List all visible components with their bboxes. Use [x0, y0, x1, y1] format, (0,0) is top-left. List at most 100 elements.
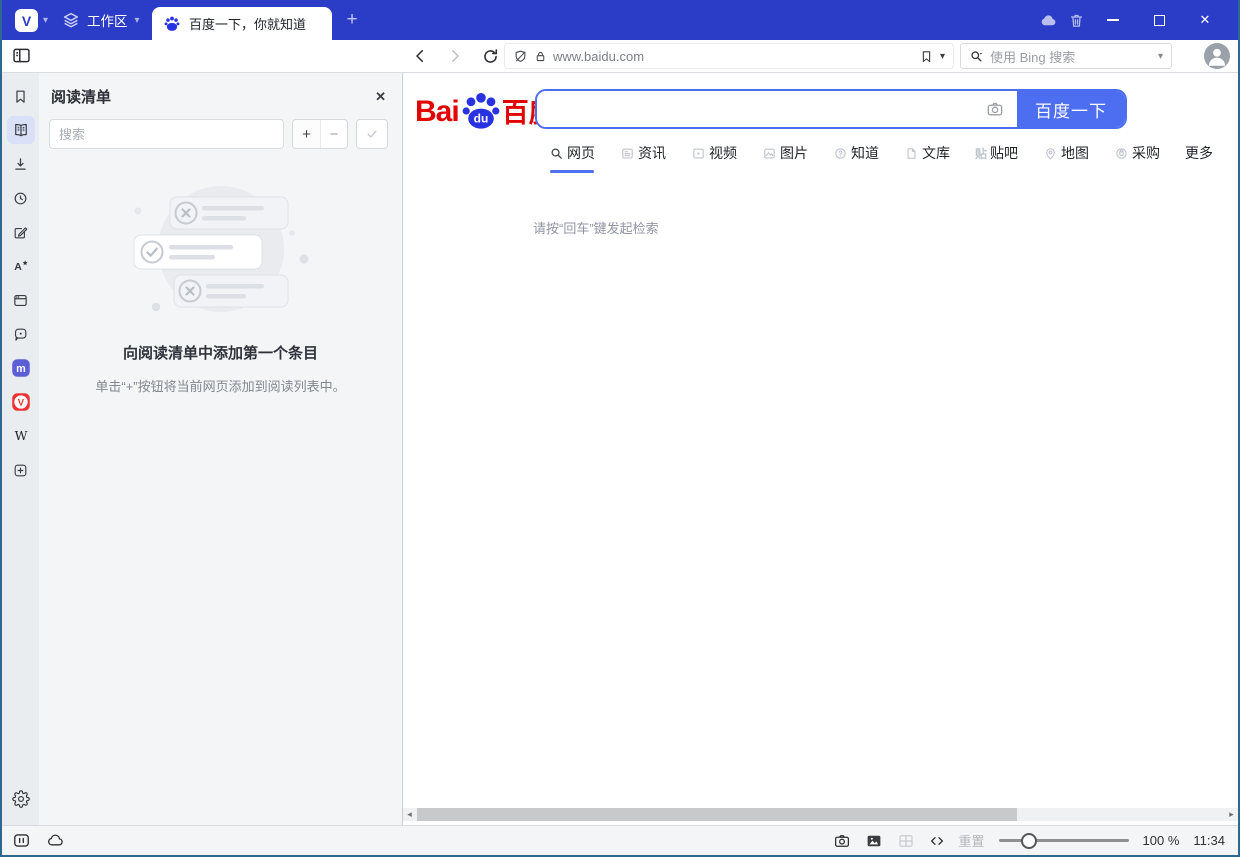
reload-button[interactable]	[478, 44, 502, 68]
svg-text:W: W	[14, 428, 27, 443]
workspace-label: 工作区	[87, 10, 128, 30]
zoom-level: 100 %	[1143, 833, 1180, 848]
tiling-toggle-icon[interactable]	[897, 832, 915, 850]
clock: 11:34	[1193, 833, 1225, 848]
svg-text:m: m	[16, 363, 26, 375]
scroll-right-arrow[interactable]: ▸	[1225, 808, 1238, 821]
rail-history[interactable]	[7, 184, 35, 212]
svg-text:V: V	[17, 398, 24, 409]
forward-button[interactable]	[443, 44, 467, 68]
add-remove-group: + −	[292, 119, 348, 149]
workspace-caret-icon: ▾	[135, 15, 140, 26]
svg-text:A: A	[14, 261, 22, 273]
search-dropdown-caret-icon[interactable]: ▾	[1158, 51, 1163, 62]
panel-toggle-icon[interactable]	[11, 45, 32, 66]
empty-list-description: 单击“+”按钮将当前网页添加到阅读列表中。	[75, 376, 365, 395]
zoom-slider[interactable]	[999, 833, 1129, 849]
capture-page-icon[interactable]	[833, 832, 851, 850]
search-placeholder[interactable]: 使用 Bing 搜索	[990, 47, 1152, 66]
rail-translate[interactable]: A	[7, 252, 35, 280]
horizontal-scrollbar[interactable]: ◂ ▸	[403, 808, 1238, 821]
trash-icon[interactable]	[1062, 12, 1090, 29]
rail-add-webpanel[interactable]	[7, 456, 35, 484]
baidu-tab-zhidao[interactable]: 知道	[833, 143, 879, 173]
rail-mastodon-webpanel[interactable]: m	[7, 354, 35, 382]
vivaldi-menu-caret-icon[interactable]: ▾	[43, 15, 48, 26]
rail-reading-list[interactable]	[7, 116, 35, 144]
camera-search-icon[interactable]	[973, 91, 1017, 127]
baidu-search-box: 百度一下	[535, 89, 1127, 129]
maximize-button[interactable]	[1136, 0, 1182, 40]
page-images-toggle-icon[interactable]	[865, 832, 883, 850]
browser-window: V ▾ 工作区 ▾ 百度一下，你就知道 +	[0, 0, 1240, 857]
reading-list-search-input[interactable]	[49, 119, 284, 149]
bookmark-flag-icon[interactable]	[919, 49, 934, 64]
scrollbar-thumb[interactable]	[417, 808, 1017, 821]
baidu-tab-news[interactable]: 资讯	[620, 143, 666, 173]
rail-downloads[interactable]	[7, 150, 35, 178]
shield-blocked-icon[interactable]	[513, 49, 528, 64]
url-text[interactable]: www.baidu.com	[553, 49, 913, 64]
statusbar-sync-cloud-icon[interactable]	[46, 831, 65, 850]
question-icon	[833, 146, 848, 161]
scrollbar-track[interactable]	[416, 808, 1225, 821]
panel-rail: A m V W	[2, 73, 39, 825]
baidu-search-button[interactable]: 百度一下	[1017, 91, 1125, 127]
search-engine-field[interactable]: 使用 Bing 搜索 ▾	[960, 43, 1172, 69]
search-hint-text: 请按“回车”键发起检索	[533, 218, 659, 237]
baidu-tab-more[interactable]: 更多	[1185, 143, 1213, 173]
baidu-logo-bai: Bai	[415, 97, 459, 127]
rail-bookmarks[interactable]	[7, 82, 35, 110]
zoom-slider-track[interactable]	[999, 839, 1129, 842]
profile-avatar[interactable]	[1204, 43, 1230, 69]
baidu-tab-wenku[interactable]: 文库	[904, 143, 950, 173]
store-icon	[1114, 146, 1129, 161]
web-content: Bai du 百度 百度一下	[403, 73, 1238, 825]
titlebar: V ▾ 工作区 ▾ 百度一下，你就知道 +	[2, 0, 1238, 40]
tab-title: 百度一下，你就知道	[189, 14, 306, 33]
scroll-left-arrow[interactable]: ◂	[403, 808, 416, 821]
rail-sessions[interactable]	[7, 320, 35, 348]
search-engine-icon[interactable]	[969, 49, 984, 64]
bookmark-dropdown-caret-icon[interactable]: ▾	[940, 51, 945, 62]
magnifier-icon	[549, 146, 564, 161]
panel-title: 阅读清单	[51, 86, 111, 107]
tab-baidu[interactable]: 百度一下，你就知道	[152, 7, 332, 40]
workspace-layers-icon	[62, 11, 80, 29]
lock-icon[interactable]	[534, 50, 547, 63]
back-button[interactable]	[408, 44, 432, 68]
panel-close-icon[interactable]: ✕	[375, 89, 386, 105]
document-icon	[904, 146, 919, 161]
map-pin-icon	[1043, 146, 1058, 161]
news-icon	[620, 146, 635, 161]
close-button[interactable]: ✕	[1182, 0, 1228, 40]
baidu-tab-video[interactable]: 视频	[691, 143, 737, 173]
baidu-tab-tieba[interactable]: 贴 贴吧	[975, 143, 1018, 173]
baidu-tab-caigou[interactable]: 采购	[1114, 143, 1160, 173]
statusbar: 重置 100 % 11:34	[2, 825, 1238, 855]
baidu-tab-images[interactable]: 图片	[762, 143, 808, 173]
baidu-tab-webpages[interactable]: 网页	[549, 143, 595, 173]
add-page-button[interactable]: +	[293, 120, 320, 148]
zoom-slider-handle[interactable]	[1021, 833, 1037, 849]
sync-cloud-icon[interactable]	[1034, 11, 1062, 30]
workspace-switcher[interactable]: 工作区 ▾	[62, 8, 140, 32]
zoom-reset-button[interactable]: 重置	[959, 831, 985, 850]
vivaldi-menu-button[interactable]: V	[15, 9, 38, 32]
rail-vivaldi-webpanel[interactable]: V	[7, 388, 35, 416]
baidu-tab-maps[interactable]: 地图	[1043, 143, 1089, 173]
mark-read-button[interactable]	[356, 119, 388, 149]
statusbar-panel-toggle-icon[interactable]	[12, 831, 31, 850]
url-field[interactable]: www.baidu.com ▾	[504, 43, 954, 69]
rail-window-panel[interactable]	[7, 286, 35, 314]
settings-gear-icon[interactable]	[7, 785, 35, 813]
remove-page-button[interactable]: −	[320, 120, 347, 148]
baidu-search-input[interactable]	[537, 91, 973, 127]
minimize-button[interactable]	[1090, 0, 1136, 40]
tieba-icon: 贴	[975, 145, 987, 162]
new-tab-button[interactable]: +	[340, 8, 364, 32]
rail-notes[interactable]	[7, 218, 35, 246]
empty-list-illustration	[126, 181, 316, 316]
page-actions-icon[interactable]	[929, 833, 945, 849]
rail-wikipedia-webpanel[interactable]: W	[7, 422, 35, 450]
